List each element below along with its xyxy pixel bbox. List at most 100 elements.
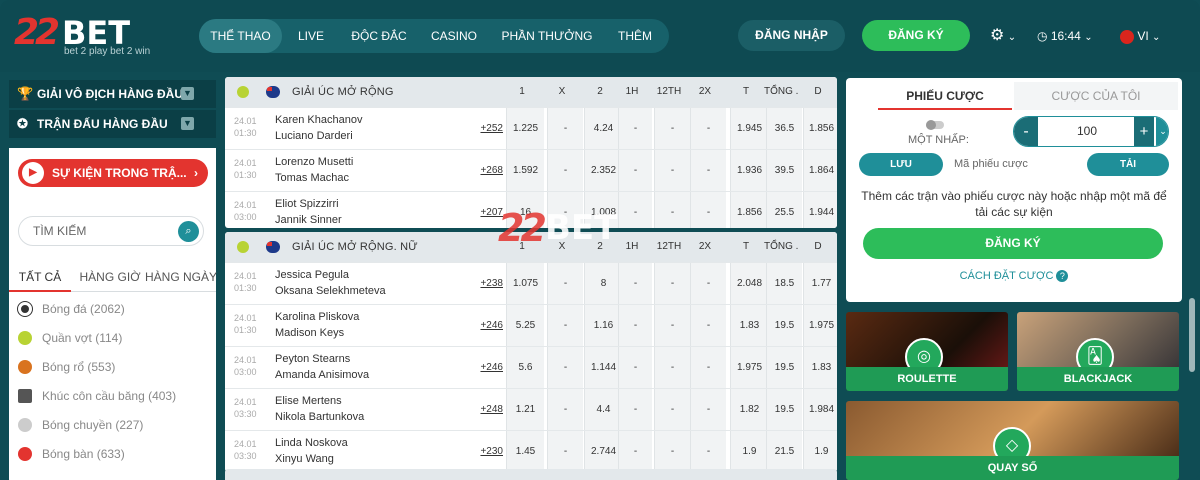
live-events-button[interactable]: ▶ SỰ KIỆN TRONG TRẬ... ›: [18, 159, 208, 187]
sport-item-basketball[interactable]: Bóng rổ (553): [18, 357, 115, 377]
odds-col-12th[interactable]: -: [654, 389, 690, 431]
odds-col-total[interactable]: 36.5: [766, 108, 802, 150]
odds-col-1h[interactable]: -: [618, 347, 652, 389]
logo[interactable]: 22 BET bet 2 play bet 2 win: [14, 12, 164, 60]
match-row[interactable]: 24.01 03:30 Linda Noskova Xinyu Wang +230 1.4…: [225, 430, 837, 472]
odds-col-2x[interactable]: -: [690, 431, 726, 472]
odds-col-total[interactable]: 19.5: [766, 305, 802, 347]
team-away[interactable]: Luciano Darderi: [275, 130, 353, 142]
odds-col-2[interactable]: 1.16: [584, 305, 622, 347]
odds-col-2x[interactable]: -: [690, 347, 726, 389]
team-away[interactable]: Nikola Bartunkova: [275, 411, 364, 423]
odds-col-x[interactable]: -: [547, 305, 583, 347]
more-markets-link[interactable]: +246: [465, 362, 503, 373]
team-home[interactable]: Eliot Spizzirri: [275, 198, 339, 210]
one-click-toggle[interactable]: [926, 120, 944, 130]
odds-col-2[interactable]: 4.4: [584, 389, 622, 431]
odds-col-1h[interactable]: -: [618, 263, 652, 305]
sport-item-volleyball[interactable]: Bóng chuyền (227): [18, 415, 143, 435]
odds-col-d[interactable]: 1.944: [803, 192, 837, 228]
team-home[interactable]: Peyton Stearns: [275, 353, 350, 365]
odds-col-total[interactable]: 39.5: [766, 150, 802, 192]
stake-minus-button[interactable]: -: [1014, 117, 1038, 146]
team-away[interactable]: Tomas Machac: [275, 172, 349, 184]
odds-col-12th[interactable]: -: [654, 347, 690, 389]
sport-item-football[interactable]: Bóng đá (2062): [18, 299, 125, 319]
stake-plus-button[interactable]: +: [1134, 117, 1154, 146]
slip-register-button[interactable]: ĐĂNG KÝ: [863, 228, 1163, 259]
odds-col-1[interactable]: 1.21: [506, 389, 544, 431]
odds-col-12th[interactable]: -: [654, 192, 690, 228]
odds-col-t[interactable]: 1.856: [730, 192, 768, 228]
odds-col-total[interactable]: 19.5: [766, 389, 802, 431]
odds-col-12th[interactable]: -: [654, 305, 690, 347]
team-home[interactable]: Linda Noskova: [275, 437, 348, 449]
odds-col-t[interactable]: 1.936: [730, 150, 768, 192]
odds-col-2x[interactable]: -: [690, 108, 726, 150]
odds-col-d[interactable]: 1.83: [803, 347, 837, 389]
team-away[interactable]: Madison Keys: [275, 327, 344, 339]
nav-sports[interactable]: THỂ THAO: [199, 19, 282, 53]
odds-col-x[interactable]: -: [547, 108, 583, 150]
odds-col-d[interactable]: 1.864: [803, 150, 837, 192]
odds-col-1h[interactable]: -: [618, 192, 652, 228]
roulette-tile[interactable]: ◎ ROULETTE: [846, 312, 1008, 391]
more-markets-link[interactable]: +248: [465, 404, 503, 415]
more-markets-link[interactable]: +252: [465, 123, 503, 134]
odds-col-1[interactable]: 1.45: [506, 431, 544, 472]
odds-col-x[interactable]: -: [547, 431, 583, 472]
odds-col-d[interactable]: 1.975: [803, 305, 837, 347]
odds-col-t[interactable]: 1.83: [730, 305, 768, 347]
nav-rewards[interactable]: PHẦN THƯỞNG: [495, 19, 599, 53]
odds-col-d[interactable]: 1.984: [803, 389, 837, 431]
team-away[interactable]: Jannik Sinner: [275, 214, 342, 226]
match-row[interactable]: 24.01 01:30 Jessica Pegula Oksana Selekhmet…: [225, 262, 837, 305]
tab-daily[interactable]: HÀNG NGÀY: [145, 266, 217, 292]
tab-all[interactable]: TẤT CẢ: [9, 266, 71, 292]
match-row[interactable]: 24.01 01:30 Karen Khachanov Luciano Darderi…: [225, 107, 837, 150]
match-row[interactable]: 24.01 01:30 Lorenzo Musetti Tomas Machac +26…: [225, 149, 837, 192]
odds-col-1[interactable]: 1.225: [506, 108, 544, 150]
odds-col-1h[interactable]: -: [618, 150, 652, 192]
odds-col-x[interactable]: -: [547, 150, 583, 192]
more-markets-link[interactable]: +230: [465, 446, 503, 457]
odds-col-x[interactable]: -: [547, 347, 583, 389]
odds-col-12th[interactable]: -: [654, 431, 690, 472]
odds-col-t[interactable]: 1.975: [730, 347, 768, 389]
scrollbar-thumb[interactable]: [1189, 298, 1195, 372]
odds-col-2x[interactable]: -: [690, 305, 726, 347]
odds-col-1h[interactable]: -: [618, 108, 652, 150]
odds-col-total[interactable]: 25.5: [766, 192, 802, 228]
match-row[interactable]: 24.01 03:30 Elise Mertens Nikola Bartunkova…: [225, 388, 837, 431]
odds-col-total[interactable]: 18.5: [766, 263, 802, 305]
nav-more[interactable]: THÊM: [607, 19, 663, 53]
team-away[interactable]: Amanda Anisimova: [275, 369, 369, 381]
nav-jackpot[interactable]: ĐỘC ĐẮC: [343, 19, 415, 53]
odds-col-t[interactable]: 1.945: [730, 108, 768, 150]
team-away[interactable]: Oksana Selekhmeteva: [275, 285, 386, 297]
odds-col-2[interactable]: 8: [584, 263, 622, 305]
odds-col-12th[interactable]: -: [654, 263, 690, 305]
odds-col-1[interactable]: 1.075: [506, 263, 544, 305]
more-markets-link[interactable]: +246: [465, 320, 503, 331]
tab-bet-slip[interactable]: PHIẾU CƯỢC: [878, 82, 1012, 110]
stake-input[interactable]: 100: [1040, 117, 1134, 146]
odds-col-2[interactable]: 2.352: [584, 150, 622, 192]
tab-my-bets[interactable]: CƯỢC CỦA TÔI: [1014, 82, 1178, 110]
search-input[interactable]: TÌM KIẾM ⌕: [18, 216, 204, 246]
odds-col-1h[interactable]: -: [618, 305, 652, 347]
odds-col-total[interactable]: 19.5: [766, 347, 802, 389]
language-menu[interactable]: VI ⌄: [1120, 26, 1160, 46]
load-button[interactable]: TẢI: [1087, 153, 1169, 176]
nav-live[interactable]: LIVE: [285, 19, 337, 53]
odds-col-1[interactable]: 1.592: [506, 150, 544, 192]
odds-col-12th[interactable]: -: [654, 150, 690, 192]
save-button[interactable]: LƯU: [859, 153, 943, 176]
odds-col-t[interactable]: 1.82: [730, 389, 768, 431]
odds-col-d[interactable]: 1.77: [803, 263, 837, 305]
odds-col-t[interactable]: 1.9: [730, 431, 768, 472]
odds-col-2[interactable]: 2.744: [584, 431, 622, 472]
odds-col-1[interactable]: 5.25: [506, 305, 544, 347]
odds-col-2[interactable]: 1.144: [584, 347, 622, 389]
odds-col-2x[interactable]: -: [690, 192, 726, 228]
